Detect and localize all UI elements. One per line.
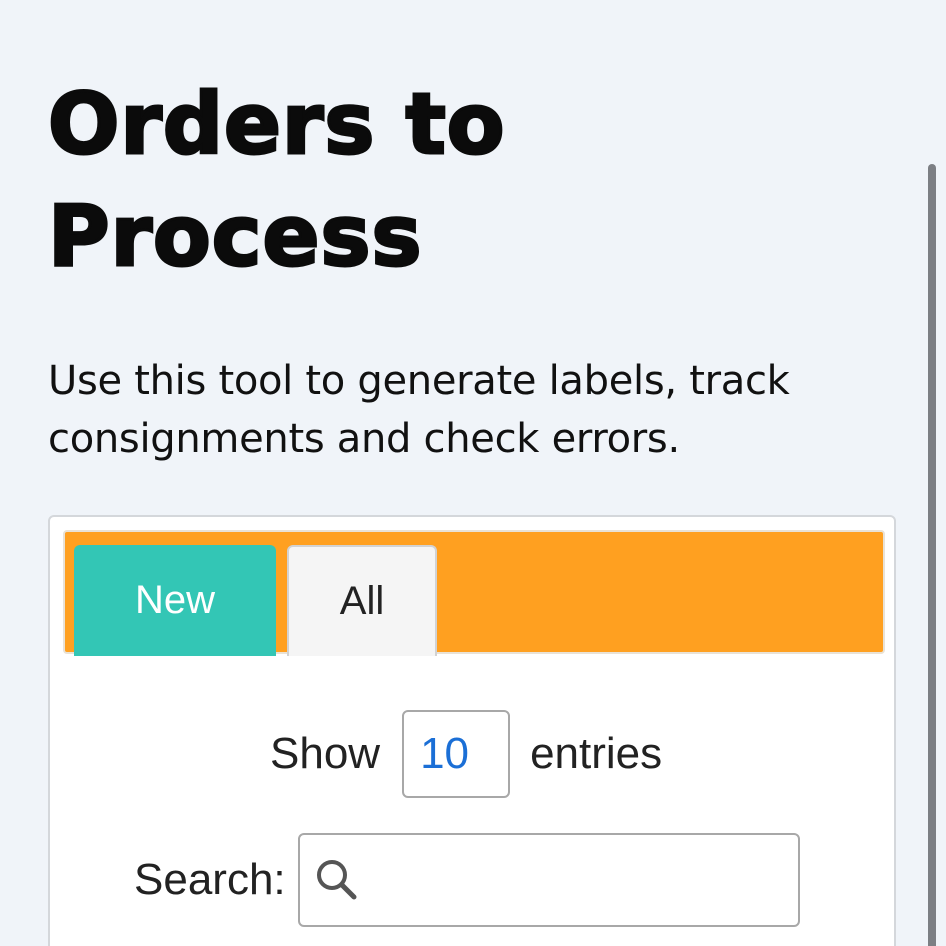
orders-panel: New All Show 10 entries Search: xyxy=(48,515,896,946)
search-field[interactable] xyxy=(297,833,800,927)
page-title: Orders to Process xyxy=(47,74,506,287)
search-icon xyxy=(316,860,357,900)
tab-new[interactable]: New xyxy=(74,545,276,656)
entries-select[interactable]: 10 xyxy=(402,710,511,798)
search-control: Search: xyxy=(134,833,800,927)
page-description: Use this tool to generate labels, track … xyxy=(48,358,790,462)
search-label: Search: xyxy=(134,855,286,904)
show-label: Show xyxy=(270,729,381,778)
entries-length-control: Show 10 entries xyxy=(270,709,662,799)
entries-label: entries xyxy=(530,729,663,778)
tab-all[interactable]: All xyxy=(287,545,437,656)
page: Orders to Process Use this tool to gener… xyxy=(0,0,946,946)
search-input[interactable] xyxy=(365,845,790,917)
scrollbar[interactable] xyxy=(928,164,936,946)
tab-bar: New All xyxy=(63,530,885,656)
